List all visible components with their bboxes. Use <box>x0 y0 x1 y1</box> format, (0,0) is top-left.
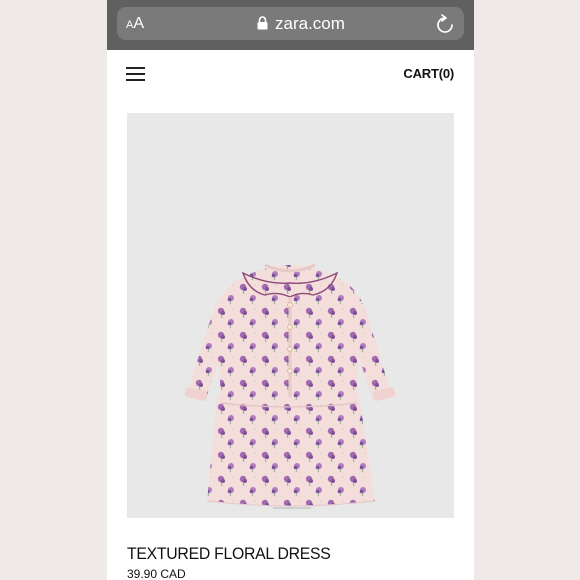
product-image[interactable] <box>127 113 454 518</box>
phone-screen: AA zara.com CART(0) TEXTURED FLORAL DRES… <box>107 0 474 580</box>
dress-image <box>184 263 396 509</box>
browser-toolbar: AA zara.com <box>107 0 474 50</box>
text-size-button[interactable]: AA <box>126 13 144 35</box>
text-size-large-label: A <box>133 15 145 32</box>
product-title: TEXTURED FLORAL DRESS <box>127 544 331 563</box>
reload-icon[interactable] <box>436 14 454 34</box>
cart-link[interactable]: CART(0) <box>403 66 454 81</box>
image-carousel-indicator <box>273 507 311 509</box>
url-display[interactable]: zara.com <box>257 13 345 35</box>
site-header: CART(0) <box>107 50 474 100</box>
lock-icon <box>257 16 268 30</box>
address-bar[interactable]: AA zara.com <box>117 7 464 40</box>
url-text: zara.com <box>275 14 345 33</box>
product-price: 39.90 CAD <box>127 567 186 580</box>
hamburger-menu-icon[interactable] <box>126 67 145 83</box>
